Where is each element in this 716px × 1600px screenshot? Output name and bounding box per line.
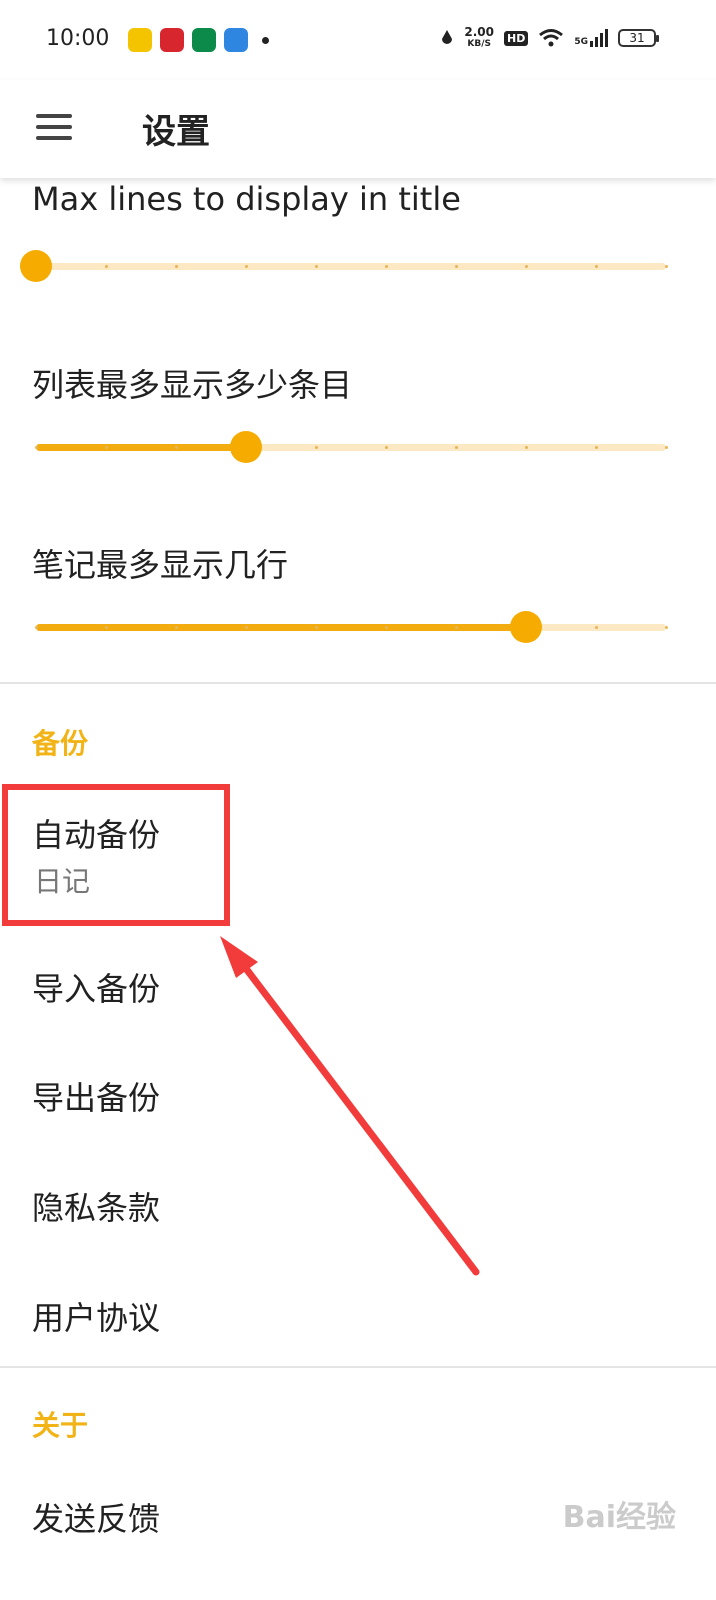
- annotation-arrow-icon: [220, 936, 480, 1276]
